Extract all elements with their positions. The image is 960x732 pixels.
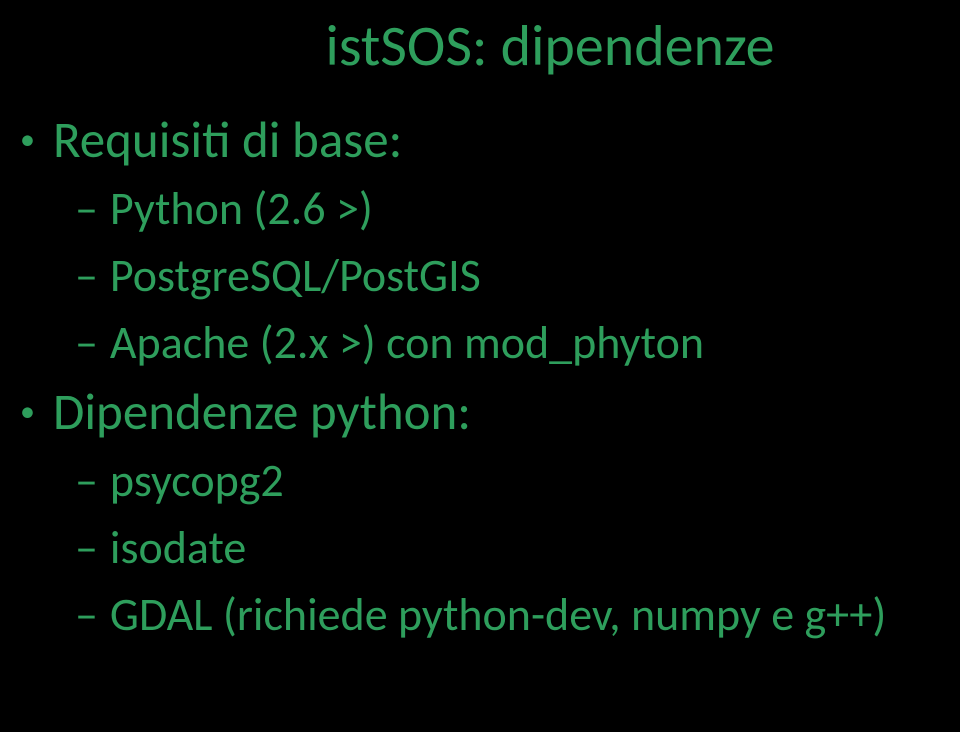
dash-icon: – [75,454,98,508]
list-item-text: GDAL (richiede python-dev, numpy e g++) [110,588,886,643]
slide-title: istSOS: dipendenze [0,10,960,81]
list-item: – Apache (2.x >) con mod_phyton [20,316,940,371]
slide: istSOS: dipendenze • Requisiti di base: … [0,0,960,732]
dash-icon: – [75,249,98,303]
dash-icon: – [75,521,98,575]
list-item: • Dipendenze python: [20,383,940,442]
list-item: – isodate [20,521,940,576]
list-item-text: PostgreSQL/PostGIS [110,249,481,304]
dash-icon: – [75,182,98,236]
list-item: – PostgreSQL/PostGIS [20,249,940,304]
dash-icon: – [75,316,98,370]
bullet-icon: • [20,383,35,441]
list-item-text: isodate [110,521,246,576]
list-item-text: psycopg2 [110,454,284,509]
list-item-text: Requisiti di base: [53,111,402,170]
list-item: – Python (2.6 >) [20,182,940,237]
dash-icon: – [75,588,98,642]
list-item: – GDAL (richiede python-dev, numpy e g++… [20,588,940,643]
list-item: – psycopg2 [20,454,940,509]
bullet-icon: • [20,111,35,169]
list-item-text: Dipendenze python: [53,383,471,442]
slide-content: • Requisiti di base: – Python (2.6 >) – … [0,111,960,643]
list-item-text: Apache (2.x >) con mod_phyton [110,316,704,371]
list-item: • Requisiti di base: [20,111,940,170]
list-item-text: Python (2.6 >) [110,182,373,237]
